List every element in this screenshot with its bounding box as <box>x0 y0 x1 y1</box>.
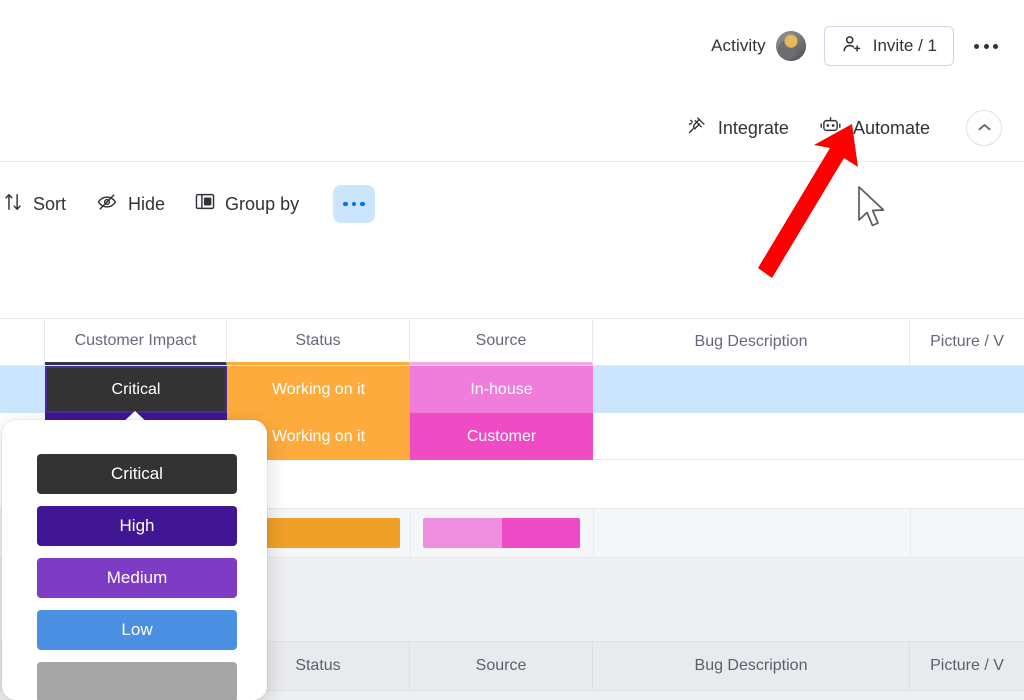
column-header-status[interactable]: Status <box>227 319 410 365</box>
sort-button[interactable]: Sort <box>4 192 66 217</box>
cell-value: Critical <box>111 380 161 398</box>
option-label: Low <box>121 620 153 639</box>
more-options-icon[interactable] <box>333 185 376 223</box>
integrate-label: Integrate <box>717 117 789 138</box>
cell-customer-impact[interactable]: Critical <box>45 366 227 413</box>
table-row[interactable]: Critical Working on it In-house <box>0 366 1024 413</box>
group-by-label: Group by <box>225 193 300 214</box>
dropdown-option-medium[interactable]: Medium <box>37 558 237 598</box>
cell-status[interactable]: Working on it <box>227 366 410 413</box>
summary-segment <box>501 518 580 548</box>
column-label: Bug Description <box>694 657 808 674</box>
summary-bar-status[interactable] <box>262 518 400 548</box>
collapse-toolbar-button[interactable] <box>966 110 1002 146</box>
dropdown-option-high[interactable]: High <box>37 506 237 546</box>
column-header-source-2[interactable]: Source <box>410 642 593 690</box>
dropdown-option-blank[interactable] <box>37 662 237 700</box>
eye-off-icon <box>96 192 118 217</box>
dropdown-option-low[interactable]: Low <box>37 610 237 650</box>
cell-source[interactable]: Customer <box>410 413 593 460</box>
filter-bar: Sort Hide Group by <box>0 163 1024 246</box>
cell-value: Working on it <box>271 380 366 398</box>
group-by-button[interactable]: Group by <box>195 192 299 216</box>
summary-segment <box>262 518 400 548</box>
customer-impact-dropdown: Critical High Medium Low <box>2 420 267 700</box>
cell-value: Customer <box>466 427 537 445</box>
kebab-menu-icon[interactable] <box>972 36 1000 57</box>
hide-label: Hide <box>128 193 166 214</box>
integrate-button[interactable]: Integrate <box>684 111 791 145</box>
cell-picture-video[interactable] <box>910 413 1024 460</box>
integrate-plug-icon <box>686 115 707 141</box>
action-bar-items: Integrate Automate <box>684 110 1002 146</box>
column-label: Bug Description <box>694 333 808 350</box>
column-label: Picture / V <box>930 333 1004 350</box>
column-label: Status <box>295 331 341 349</box>
column-header-customer-impact[interactable]: Customer Impact <box>45 319 227 365</box>
column-header-bug-description[interactable]: Bug Description <box>593 319 910 365</box>
summary-bar-source[interactable] <box>423 518 580 548</box>
option-label: Critical <box>111 464 163 483</box>
table-header-row: Customer Impact Status Source Bug Descri… <box>0 318 1024 366</box>
chevron-up-icon <box>978 119 991 137</box>
column-header-picture-video[interactable]: Picture / V <box>910 319 1024 365</box>
invite-button[interactable]: Invite / 1 <box>823 26 954 66</box>
cell-bug-description[interactable] <box>593 413 910 460</box>
cell-picture-video[interactable] <box>910 366 1024 413</box>
cell-value: Working on it <box>271 427 366 445</box>
action-bar: Integrate Automate <box>0 92 1024 162</box>
dropdown-option-critical[interactable]: Critical <box>37 454 237 494</box>
column-label: Source <box>475 657 527 674</box>
option-label: High <box>119 516 155 535</box>
summary-segment <box>423 518 502 548</box>
top-bar: Activity Invite / 1 <box>0 0 1024 92</box>
activity-button[interactable]: Activity <box>711 31 806 61</box>
column-label: Source <box>475 331 527 349</box>
column-header-bug-description-2[interactable]: Bug Description <box>593 642 910 690</box>
avatar[interactable] <box>775 31 806 61</box>
cell-value: In-house <box>470 380 533 398</box>
column-label: Customer Impact <box>74 331 197 349</box>
group-panel-icon <box>195 192 215 216</box>
robot-icon <box>819 115 842 141</box>
column-header-source[interactable]: Source <box>410 319 593 365</box>
column-header-picture-video-2[interactable]: Picture / V <box>910 642 1024 690</box>
column-label: Status <box>295 657 341 674</box>
cell-bug-description[interactable] <box>593 366 910 413</box>
sort-label: Sort <box>33 193 67 214</box>
dropdown-options: Critical High Medium Low <box>37 454 237 700</box>
automate-button[interactable]: Automate <box>817 111 932 145</box>
row-select-header <box>0 319 45 365</box>
hide-button[interactable]: Hide <box>96 192 165 217</box>
row-handle[interactable] <box>0 366 45 413</box>
app-root: Activity Invite / 1 Integrate Automate S… <box>0 0 1024 700</box>
sort-arrows-icon <box>4 192 23 217</box>
automate-label: Automate <box>852 117 930 138</box>
invite-label: Invite / 1 <box>872 36 937 55</box>
cell-source[interactable]: In-house <box>410 366 593 413</box>
person-add-icon <box>841 33 863 60</box>
activity-label: Activity <box>711 36 766 55</box>
filter-bar-items: Sort Hide Group by <box>0 185 376 223</box>
column-label: Picture / V <box>930 657 1004 674</box>
option-label: Medium <box>106 568 168 587</box>
top-bar-actions: Activity Invite / 1 <box>711 26 1000 66</box>
